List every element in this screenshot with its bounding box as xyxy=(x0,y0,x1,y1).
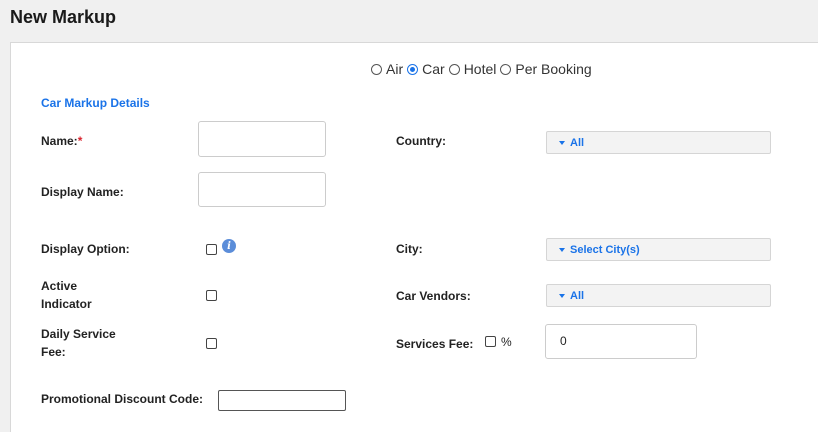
markup-form-panel: Air Car Hotel Per Booking Car Markup Det… xyxy=(10,42,818,432)
radio-option-air[interactable]: Air xyxy=(371,61,403,77)
display-name-input[interactable] xyxy=(198,172,326,207)
car-vendors-selected: All xyxy=(570,289,585,302)
name-input[interactable] xyxy=(198,121,326,157)
radio-hotel[interactable] xyxy=(448,63,460,75)
city-dropdown[interactable]: Select City(s) xyxy=(546,238,771,261)
radio-air-label: Air xyxy=(386,61,404,77)
display-option-checkbox[interactable] xyxy=(206,244,217,255)
city-selected: Select City(s) xyxy=(570,243,640,256)
daily-service-fee-label-line2: Fee: xyxy=(41,345,66,359)
chevron-down-icon xyxy=(559,293,565,298)
display-name-label: Display Name: xyxy=(41,185,124,199)
services-fee-percent-checkbox[interactable] xyxy=(485,336,496,347)
active-indicator-checkbox[interactable] xyxy=(206,290,217,301)
promo-code-label: Promotional Discount Code: xyxy=(41,392,203,406)
radio-option-hotel[interactable]: Hotel xyxy=(448,61,497,77)
radio-option-per-booking[interactable]: Per Booking xyxy=(500,61,592,77)
radio-car[interactable] xyxy=(407,63,419,75)
city-label: City: xyxy=(396,242,423,256)
daily-service-fee-label: Daily Service Fee: xyxy=(41,325,116,361)
page-title: New Markup xyxy=(10,7,117,27)
radio-per-booking-label: Per Booking xyxy=(515,61,592,77)
services-fee-label: Services Fee: xyxy=(396,337,474,351)
active-indicator-label-line2: Indicator xyxy=(41,297,92,311)
radio-air[interactable] xyxy=(371,63,382,75)
services-fee-percent-label: % xyxy=(501,335,512,349)
display-option-label: Display Option: xyxy=(41,242,130,256)
chevron-down-icon xyxy=(559,140,565,145)
name-label: Name:* xyxy=(41,132,82,150)
chevron-down-icon xyxy=(559,247,565,252)
radio-car-label: Car xyxy=(422,61,445,77)
info-icon[interactable]: i xyxy=(222,239,236,253)
daily-service-fee-checkbox[interactable] xyxy=(206,338,217,349)
required-mark: * xyxy=(77,134,83,148)
active-indicator-label: Active Indicator xyxy=(41,277,92,313)
promo-code-input[interactable] xyxy=(218,390,346,411)
daily-service-fee-label-line1: Daily Service xyxy=(41,327,116,341)
country-label: Country: xyxy=(396,134,446,148)
car-vendors-dropdown[interactable]: All xyxy=(546,284,771,307)
radio-hotel-label: Hotel xyxy=(463,61,497,77)
radio-option-car[interactable]: Car xyxy=(407,61,445,77)
radio-per-booking[interactable] xyxy=(500,63,512,75)
section-title: Car Markup Details xyxy=(41,96,150,110)
name-label-text: Name: xyxy=(41,134,78,148)
car-vendors-label: Car Vendors: xyxy=(396,289,471,303)
markup-type-selector: Air Car Hotel Per Booking xyxy=(371,61,596,77)
country-dropdown[interactable]: All xyxy=(546,131,771,154)
services-fee-input[interactable]: 0 xyxy=(545,324,697,359)
country-selected: All xyxy=(570,136,585,149)
active-indicator-label-line1: Active xyxy=(41,279,78,293)
